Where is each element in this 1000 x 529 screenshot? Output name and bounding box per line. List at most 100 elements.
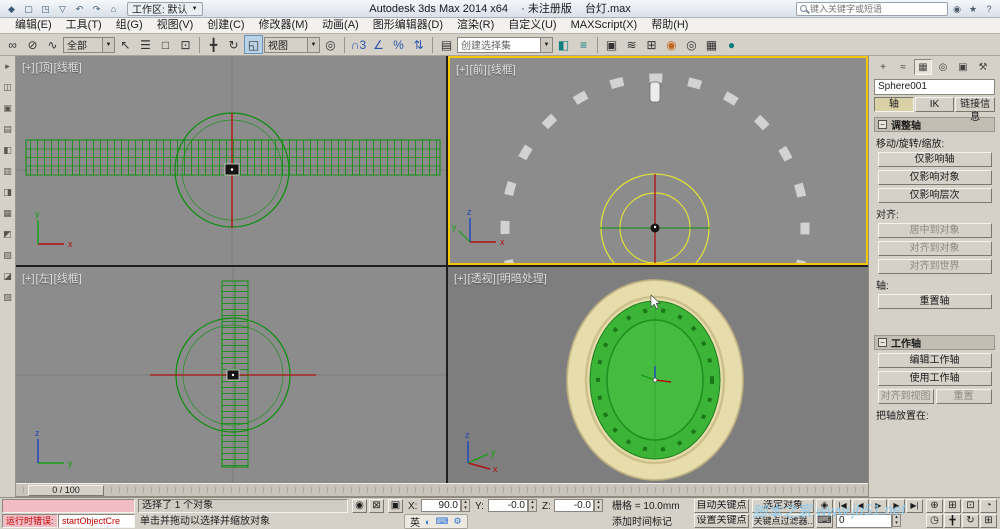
affect-object-only-button[interactable]: 仅影响对象	[878, 170, 992, 185]
render-setup-icon[interactable]: ◎	[682, 35, 701, 54]
link-info-subtab[interactable]: 链接信息	[955, 97, 995, 112]
absolute-mode-icon[interactable]: ▣	[388, 499, 403, 513]
menu-rendering[interactable]: 渲染(R)	[450, 18, 501, 33]
dock-icon[interactable]: ▤	[2, 123, 14, 135]
viewport-shading[interactable]: [线框]	[54, 62, 82, 74]
working-pivot-rollout[interactable]: − 工作轴	[874, 335, 995, 350]
pivot-subtab[interactable]: 轴	[874, 97, 914, 112]
dock-icon[interactable]: ▣	[2, 102, 14, 114]
viewport-name[interactable]: [顶]	[36, 62, 53, 74]
zoom-icon[interactable]: ⊕	[926, 499, 943, 513]
key-mode-dropdown[interactable]: 选定对象	[752, 499, 814, 513]
new-scene-icon[interactable]: ▢	[21, 2, 36, 16]
viewport-shading[interactable]: [明暗处理]	[497, 273, 547, 285]
z-spinner[interactable]: ▴▾	[594, 499, 603, 512]
y-spinner[interactable]: ▴▾	[528, 499, 537, 512]
ik-subtab[interactable]: IK	[915, 97, 955, 112]
reset-pivot-button[interactable]: 重置轴	[878, 294, 992, 309]
reset-button[interactable]: 重置	[936, 389, 992, 404]
spin-down-icon[interactable]: ▾	[462, 506, 469, 512]
go-start-icon[interactable]: |◀	[834, 499, 851, 513]
create-tab-icon[interactable]: +	[874, 59, 892, 75]
edit-named-sets-icon[interactable]: ▤	[437, 35, 456, 54]
snap-toggle-3d-icon[interactable]: ∩3	[349, 35, 368, 54]
align-to-view-button[interactable]: 对齐到视图	[878, 389, 934, 404]
coordinate-x-field[interactable]: 90.0	[421, 499, 461, 512]
viewport-left[interactable]: [+][左][线框]	[16, 267, 446, 483]
dock-icon[interactable]: ▸	[2, 60, 14, 72]
named-selection-sets-combo[interactable]: 创建选择集 ▼	[457, 37, 553, 53]
max-viewport-toggle-icon[interactable]: ⊞	[980, 514, 997, 528]
selection-filter-dropdown[interactable]: 全部 ▼	[63, 37, 115, 53]
listener-error-label[interactable]: 运行时错误:	[2, 514, 58, 528]
object-name-field[interactable]: Sphere001	[874, 79, 995, 95]
window-crossing-icon[interactable]: ⊡	[176, 35, 195, 54]
listener-error-code[interactable]: startObjectCre	[58, 514, 135, 528]
zoom-extents-icon[interactable]: ⊡	[962, 499, 979, 513]
select-by-name-icon[interactable]: ☰	[136, 35, 155, 54]
spin-down-icon[interactable]: ▾	[529, 506, 536, 512]
ime-keyboard-icon[interactable]: ⌨	[435, 516, 448, 527]
display-tab-icon[interactable]: ▣	[954, 59, 972, 75]
select-and-link-icon[interactable]: ∞	[3, 35, 22, 54]
dock-icon[interactable]: ◫	[2, 81, 14, 93]
rendered-frame-icon[interactable]: ▦	[702, 35, 721, 54]
menu-animation[interactable]: 动画(A)	[315, 18, 366, 33]
project-folder-icon[interactable]: ⌂	[106, 2, 121, 16]
zoom-all-icon[interactable]: ⊞	[944, 499, 961, 513]
prev-frame-icon[interactable]: ◀	[852, 499, 869, 513]
current-frame-field[interactable]: 0	[836, 514, 892, 528]
mirror-icon[interactable]: ◧	[554, 35, 573, 54]
go-end-icon[interactable]: ▶|	[906, 499, 923, 513]
center-to-object-button[interactable]: 居中到对象	[878, 223, 992, 238]
menu-modifiers[interactable]: 修改器(M)	[252, 18, 316, 33]
percent-snap-icon[interactable]: %	[389, 35, 408, 54]
open-file-icon[interactable]: ◳	[38, 2, 53, 16]
reference-coordinate-dropdown[interactable]: 视图 ▼	[264, 37, 320, 53]
menu-graph-editors[interactable]: 图形编辑器(D)	[366, 18, 450, 33]
bind-to-spacewarp-icon[interactable]: ∿	[43, 35, 62, 54]
isolate-selection-icon[interactable]: ◉	[352, 499, 367, 513]
spinner-snap-icon[interactable]: ⇅	[409, 35, 428, 54]
menu-group[interactable]: 组(G)	[109, 18, 150, 33]
add-time-tag[interactable]: 添加时间标记	[612, 516, 672, 529]
frame-spinner[interactable]: ▴▾	[892, 514, 901, 527]
ime-mode-icon[interactable]: ◐	[425, 517, 430, 527]
ime-settings-icon[interactable]: ⚙	[453, 516, 461, 527]
fov-icon[interactable]: ◔	[980, 499, 997, 513]
lock-selection-icon[interactable]: ⊠	[369, 499, 384, 513]
modify-tab-icon[interactable]: ≈	[894, 59, 912, 75]
dock-icon[interactable]: ◪	[2, 270, 14, 282]
affect-hierarchy-only-button[interactable]: 仅影响层次	[878, 188, 992, 203]
menu-help[interactable]: 帮助(H)	[644, 18, 695, 33]
select-object-icon[interactable]: ↖	[116, 35, 135, 54]
viewport-top[interactable]: [+][顶][线框]	[16, 56, 446, 265]
time-slider[interactable]: 0 / 100	[28, 485, 104, 496]
viewport-shading[interactable]: [线框]	[54, 273, 82, 285]
workspace-selector[interactable]: 工作区: 默认 ▼	[127, 2, 203, 16]
use-working-pivot-button[interactable]: 使用工作轴	[878, 371, 992, 386]
menu-views[interactable]: 视图(V)	[150, 18, 201, 33]
dock-icon[interactable]: ◨	[2, 186, 14, 198]
affect-pivot-only-button[interactable]: 仅影响轴	[878, 152, 992, 167]
infocenter-search[interactable]	[796, 2, 948, 16]
angle-snap-icon[interactable]: ∠	[369, 35, 388, 54]
menu-maxscript[interactable]: MAXScript(X)	[564, 18, 645, 33]
dock-icon[interactable]: ◧	[2, 144, 14, 156]
x-spinner[interactable]: ▴▾	[461, 499, 470, 512]
use-pivot-center-icon[interactable]: ◎	[321, 35, 340, 54]
dock-icon[interactable]: ▧	[2, 249, 14, 261]
render-production-icon[interactable]: ●	[722, 35, 741, 54]
auto-key-button[interactable]: 自动关键点	[694, 499, 749, 513]
viewport-menu-plus[interactable]: [+]	[22, 62, 35, 74]
hierarchy-tab-icon[interactable]: ▦	[914, 59, 932, 75]
app-logo-icon[interactable]: ◆	[4, 2, 19, 16]
key-mode-icon[interactable]: ◈	[816, 499, 833, 513]
play-icon[interactable]: ▶	[870, 499, 887, 513]
pan-icon[interactable]: ╋	[944, 514, 961, 528]
sign-in-icon[interactable]: ◉	[950, 2, 964, 16]
select-move-icon[interactable]: ╋	[204, 35, 223, 54]
spin-down-icon[interactable]: ▾	[595, 506, 602, 512]
viewport-name[interactable]: [左]	[36, 273, 53, 285]
track-bar[interactable]: 0 / 100	[16, 483, 868, 497]
